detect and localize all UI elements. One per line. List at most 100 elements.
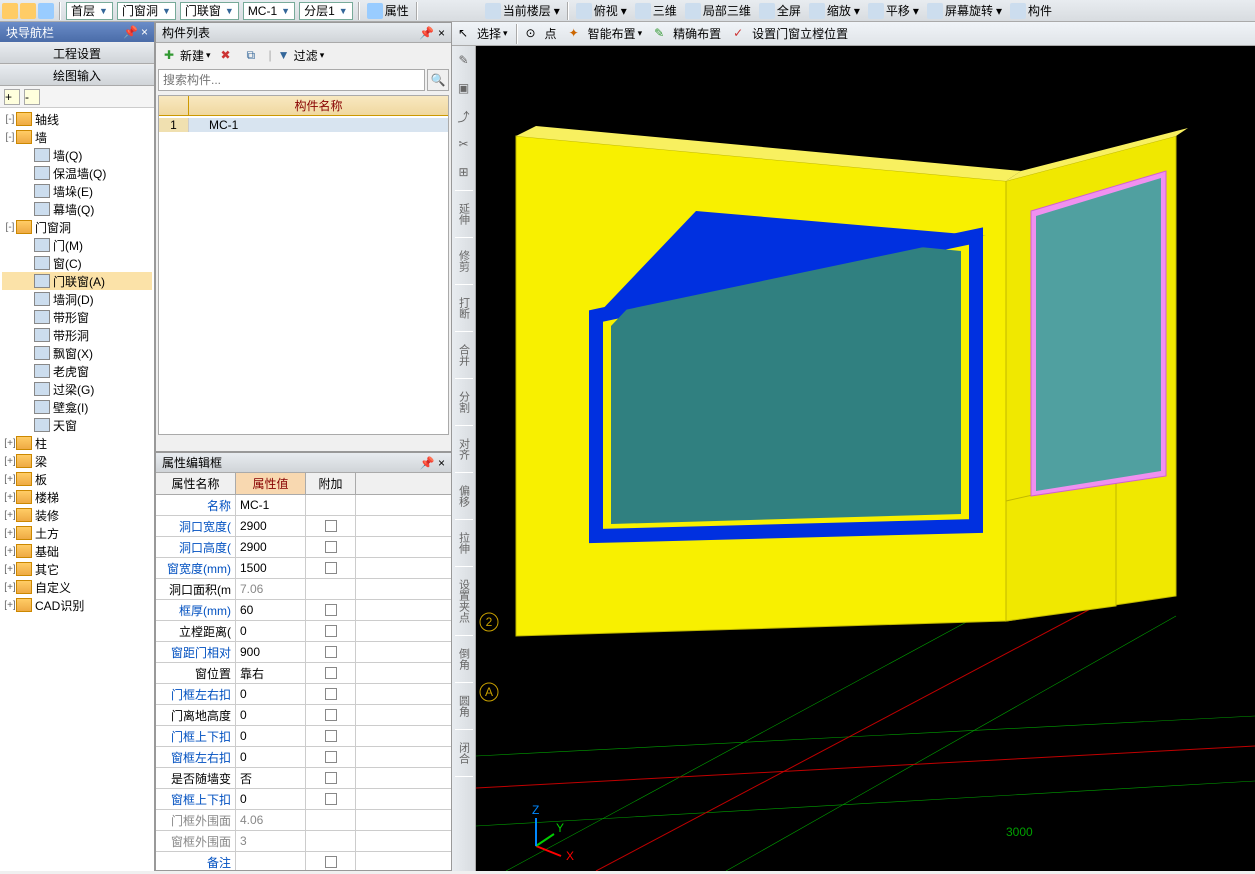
tree-item[interactable]: [+]楼梯 xyxy=(2,488,152,506)
property-row[interactable]: 窗距门相对900 xyxy=(156,642,451,663)
top-view-button[interactable]: 俯视▾ xyxy=(572,1,631,21)
collapse-icon[interactable]: - xyxy=(24,89,40,105)
tree-item[interactable]: 飘窗(X) xyxy=(2,344,152,362)
tree-item[interactable]: 带形洞 xyxy=(2,326,152,344)
nav-tree[interactable]: [-]轴线[-]墙墙(Q)保温墙(Q)墙垛(E)幕墙(Q)[-]门窗洞门(M)窗… xyxy=(0,108,154,871)
tree-item[interactable]: 墙(Q) xyxy=(2,146,152,164)
property-row[interactable]: 窗框左右扣0 xyxy=(156,747,451,768)
vtool-button[interactable]: 对齐 xyxy=(456,434,472,464)
pin-icon[interactable]: 📌 xyxy=(420,456,435,470)
tree-item[interactable]: [-]轴线 xyxy=(2,110,152,128)
property-row[interactable]: 洞口宽度(2900 xyxy=(156,516,451,537)
set-position-button[interactable]: ✓设置门窗立樘位置 xyxy=(727,23,854,45)
copy-button[interactable]: ⧉ xyxy=(243,45,267,65)
checkbox[interactable] xyxy=(325,625,337,637)
vtool-button[interactable]: 拉伸 xyxy=(456,528,472,558)
vtool-button[interactable]: 设置夹点 xyxy=(456,575,472,627)
save-icon[interactable] xyxy=(38,3,54,19)
point-button[interactable]: ⊙点 xyxy=(520,23,563,45)
tab-draw[interactable]: 绘图输入 xyxy=(0,64,154,86)
property-row[interactable]: 门框左右扣0 xyxy=(156,684,451,705)
folder-icon[interactable] xyxy=(2,3,18,19)
tree-item[interactable]: 墙洞(D) xyxy=(2,290,152,308)
property-button[interactable]: 属性 xyxy=(363,1,413,21)
tree-item[interactable]: 保温墙(Q) xyxy=(2,164,152,182)
open-icon[interactable] xyxy=(20,3,36,19)
property-row[interactable]: 窗宽度(mm)1500 xyxy=(156,558,451,579)
rotate-button[interactable]: 屏幕旋转▾ xyxy=(923,1,1006,21)
tree-item[interactable]: 门(M) xyxy=(2,236,152,254)
property-grid[interactable]: 属性名称 属性值 附加 名称MC-1洞口宽度(2900洞口高度(2900窗宽度(… xyxy=(156,473,451,870)
search-button[interactable]: 🔍 xyxy=(427,69,449,91)
tree-item[interactable]: 门联窗(A) xyxy=(2,272,152,290)
pin-icon[interactable]: 📌 xyxy=(123,25,138,39)
component-list[interactable]: 构件名称 1MC-1 xyxy=(158,95,449,435)
fullscreen-button[interactable]: 全屏 xyxy=(755,1,805,21)
delete-button[interactable]: ✖ xyxy=(217,45,241,65)
vtool-button[interactable]: 偏移 xyxy=(456,481,472,511)
vtool-icon[interactable]: ⊞ xyxy=(454,162,474,182)
vtool-button[interactable]: 修剪 xyxy=(456,246,472,276)
viewport-3d[interactable]: 2 A 3000 X Y Z xyxy=(476,46,1255,871)
category-dropdown[interactable]: 门窗洞▼ xyxy=(117,2,176,20)
property-row[interactable]: 备注 xyxy=(156,852,451,870)
tree-item[interactable]: [+]土方 xyxy=(2,524,152,542)
checkbox[interactable] xyxy=(325,562,337,574)
type-dropdown[interactable]: 门联窗▼ xyxy=(180,2,239,20)
checkbox[interactable] xyxy=(325,793,337,805)
checkbox[interactable] xyxy=(325,541,337,553)
tree-item[interactable]: [+]装修 xyxy=(2,506,152,524)
tree-item[interactable]: [+]自定义 xyxy=(2,578,152,596)
component-dropdown[interactable]: MC-1▼ xyxy=(243,2,295,20)
checkbox[interactable] xyxy=(325,751,337,763)
select-button[interactable]: ↖选择▾ xyxy=(452,23,514,45)
tree-item[interactable]: [+]基础 xyxy=(2,542,152,560)
checkbox[interactable] xyxy=(325,688,337,700)
component-button[interactable]: 构件 xyxy=(1006,1,1056,21)
floor-dropdown[interactable]: 首层▼ xyxy=(66,2,113,20)
layer-dropdown[interactable]: 分层1▼ xyxy=(299,2,353,20)
new-button[interactable]: ✚新建▾ xyxy=(160,45,215,65)
local-3d-button[interactable]: 局部三维 xyxy=(681,1,755,21)
vtool-icon[interactable]: ✎ xyxy=(454,50,474,70)
checkbox[interactable] xyxy=(325,856,337,868)
vtool-button[interactable]: 倒角 xyxy=(456,644,472,674)
tree-item[interactable]: [+]板 xyxy=(2,470,152,488)
smart-layout-button[interactable]: ✦智能布置▾ xyxy=(563,23,649,45)
tree-item[interactable]: 老虎窗 xyxy=(2,362,152,380)
zoom-button[interactable]: 缩放▾ xyxy=(805,1,864,21)
close-icon[interactable]: × xyxy=(438,456,445,470)
property-row[interactable]: 洞口高度(2900 xyxy=(156,537,451,558)
precise-layout-button[interactable]: ✎精确布置 xyxy=(648,23,727,45)
checkbox[interactable] xyxy=(325,604,337,616)
checkbox[interactable] xyxy=(325,730,337,742)
property-row[interactable]: 框厚(mm)60 xyxy=(156,600,451,621)
tree-item[interactable]: [-]门窗洞 xyxy=(2,218,152,236)
pin-icon[interactable]: 📌 xyxy=(419,26,434,40)
close-icon[interactable]: × xyxy=(141,25,148,39)
vtool-icon[interactable]: ⤴ xyxy=(454,106,474,126)
property-row[interactable]: 立樘距离(0 xyxy=(156,621,451,642)
vtool-icon[interactable]: ▣ xyxy=(454,78,474,98)
property-row[interactable]: 洞口面积(m7.06 xyxy=(156,579,451,600)
checkbox[interactable] xyxy=(325,772,337,784)
tree-item[interactable]: 窗(C) xyxy=(2,254,152,272)
tree-item[interactable]: [+]其它 xyxy=(2,560,152,578)
property-row[interactable]: 门框上下扣0 xyxy=(156,726,451,747)
pan-button[interactable]: 平移▾ xyxy=(864,1,923,21)
property-row[interactable]: 窗位置靠右 xyxy=(156,663,451,684)
property-row[interactable]: 窗框上下扣0 xyxy=(156,789,451,810)
tab-project[interactable]: 工程设置 xyxy=(0,42,154,64)
tree-item[interactable]: [-]墙 xyxy=(2,128,152,146)
vtool-icon[interactable]: ✂ xyxy=(454,134,474,154)
checkbox[interactable] xyxy=(325,646,337,658)
search-input[interactable] xyxy=(158,69,425,91)
property-row[interactable]: 窗框外围面3 xyxy=(156,831,451,852)
vtool-button[interactable]: 合并 xyxy=(456,340,472,370)
vtool-button[interactable]: 打断 xyxy=(456,293,472,323)
vtool-button[interactable]: 延伸 xyxy=(456,199,472,229)
close-icon[interactable]: × xyxy=(438,26,445,40)
tree-item[interactable]: 带形窗 xyxy=(2,308,152,326)
3d-button[interactable]: 三维 xyxy=(631,1,681,21)
filter-button[interactable]: ▼过滤▾ xyxy=(274,45,329,65)
